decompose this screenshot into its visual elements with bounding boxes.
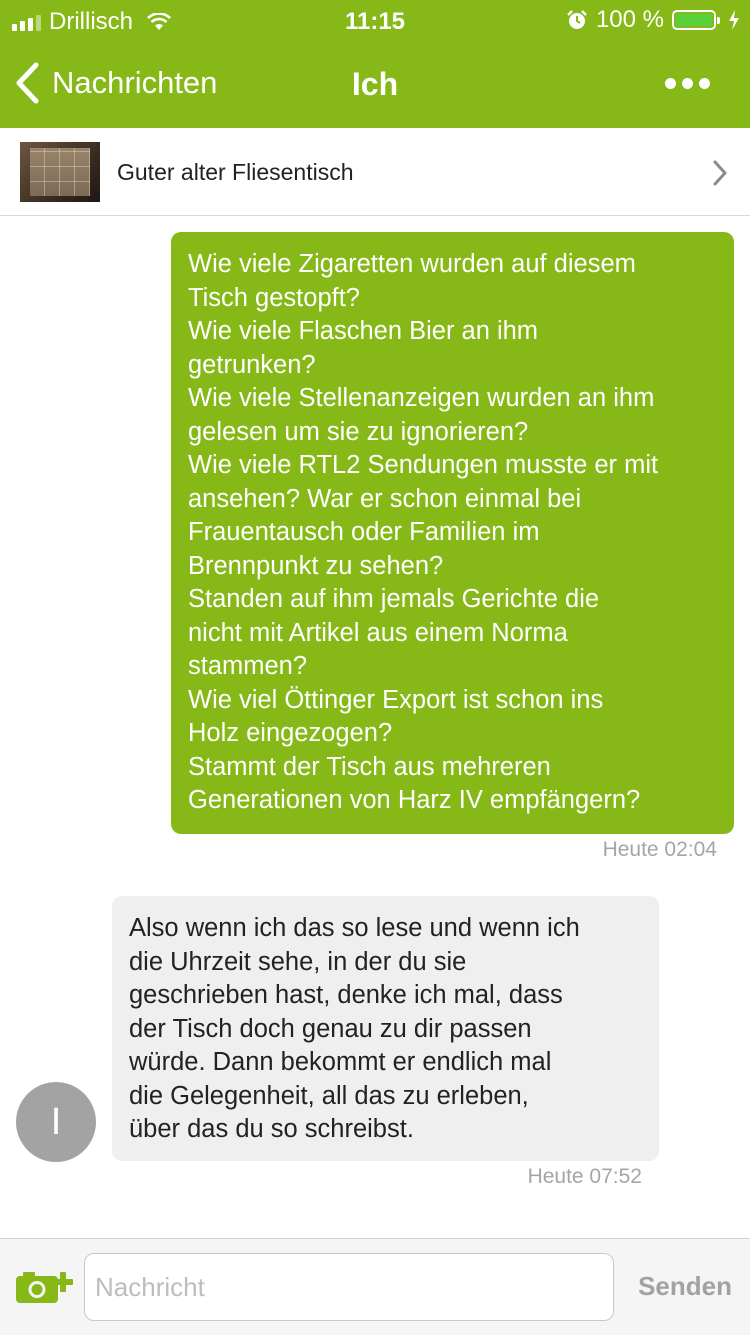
outgoing-message-bubble: Wie viele Zigaretten wurden auf diesem T… <box>171 232 734 834</box>
message-line: ansehen? War er schon einmal bei <box>188 484 582 513</box>
page-title: Ich <box>351 66 399 102</box>
message-line: Wie viel Öttinger Export ist schon ins <box>188 685 604 714</box>
message-input[interactable] <box>84 1253 614 1321</box>
message-line: würde. Dann bekommt er endlich mal <box>129 1048 552 1076</box>
message-line: Wie viele Flaschen Bier an ihm <box>188 317 539 345</box>
message-line: Brennpunkt zu sehen? <box>188 551 444 580</box>
message-timestamp: Heute 02:04 <box>602 838 717 861</box>
item-title: Guter alter Fliesentisch <box>117 159 354 185</box>
navigation-bar: Nachrichten Ich <box>0 40 750 128</box>
message-line: Frauentausch oder Familien im <box>188 518 540 546</box>
message-line: getrunken? <box>188 350 316 379</box>
charging-bolt-icon <box>729 10 739 30</box>
message-line: Generationen von Harz IV empfängern? <box>188 786 641 814</box>
message-composer: Senden <box>0 1238 750 1335</box>
alarm-icon <box>567 10 587 29</box>
top-bar: Drillisch 11:15 100 % Nachrichten Ich <box>0 0 750 128</box>
message-line: Wie viele Zigaretten wurden auf diesem <box>188 250 636 278</box>
message-line: Also wenn ich das so lese und wenn ich <box>129 914 580 942</box>
message-line: die Uhrzeit sehe, in der du sie <box>129 947 467 976</box>
battery-percent: 100 % <box>595 6 664 33</box>
message-line: Standen auf ihm jemals Gerichte die <box>188 585 600 613</box>
send-button[interactable]: Senden <box>638 1271 732 1302</box>
message-line: die Gelegenheit, all das zu erleben, <box>129 1081 529 1110</box>
message-line: über das du so schreibst. <box>129 1115 414 1143</box>
message-line: geschrieben hast, denke ich mal, dass <box>129 981 563 1009</box>
status-bar: Drillisch 11:15 100 % <box>0 0 750 40</box>
camera-add-icon[interactable] <box>15 1269 75 1305</box>
item-thumbnail <box>20 142 100 202</box>
message-line: Wie viele Stellenanzeigen wurden an ihm <box>188 384 655 412</box>
message-line: Holz eingezogen? <box>188 719 393 747</box>
message-line: stammen? <box>188 652 308 680</box>
more-dots-icon[interactable] <box>665 78 710 89</box>
message-line: der Tisch doch genau zu dir passen <box>129 1014 532 1043</box>
avatar[interactable]: I <box>16 1082 96 1162</box>
message-line: Tisch gestopft? <box>188 283 360 312</box>
message-line: nicht mit Artikel aus einem Norma <box>188 618 568 647</box>
message-line: Stammt der Tisch aus mehreren <box>188 752 551 781</box>
message-timestamp: Heute 07:52 <box>527 1165 642 1188</box>
chevron-right-icon <box>713 160 727 186</box>
message-line: Wie viele RTL2 Sendungen musste er mit <box>188 451 659 479</box>
battery-icon <box>672 10 720 30</box>
message-line: gelesen um sie zu ignorieren? <box>188 417 529 446</box>
item-header-row[interactable]: Guter alter Fliesentisch <box>0 128 750 216</box>
incoming-message-bubble: Also wenn ich das so lese und wenn ich d… <box>112 896 659 1161</box>
